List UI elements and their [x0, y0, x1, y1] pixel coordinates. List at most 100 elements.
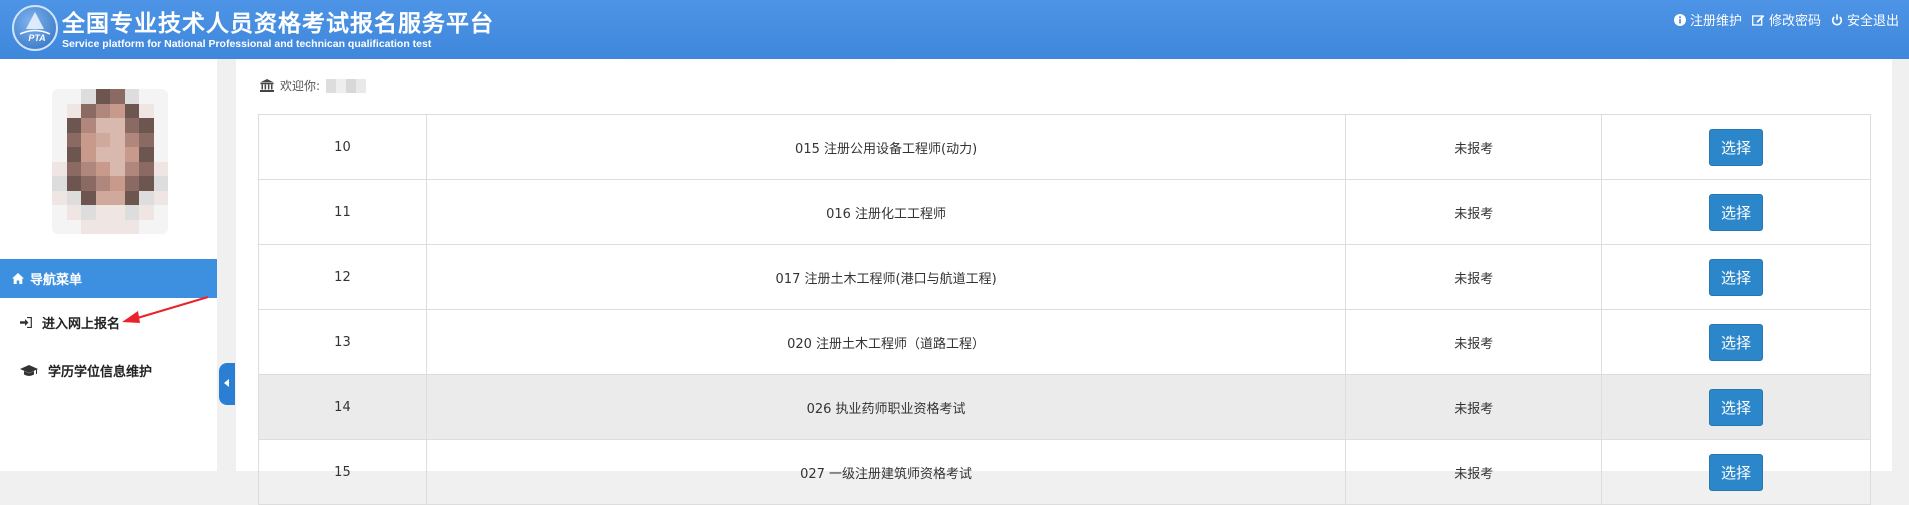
avatar-pixel [95, 205, 110, 220]
exam-table: 10 015 注册公用设备工程师(动力) 未报考 选择 11 016 注册化工工程师 未报考… [258, 114, 1871, 505]
exam-status: 未报考 [1345, 439, 1603, 505]
table-row: 15 027 一级注册建筑师资格考试 未报考 选择 [258, 439, 1871, 505]
annotation-arrow-icon [122, 295, 209, 323]
avatar-pixel [110, 132, 125, 147]
select-button[interactable]: 选择 [1709, 388, 1764, 426]
sidebar-collapse-toggle[interactable] [219, 363, 235, 405]
avatar-pixel [124, 89, 139, 104]
exam-status: 未报考 [1345, 114, 1603, 180]
select-button[interactable]: 选择 [1709, 258, 1764, 296]
avatar-pixel [66, 161, 81, 176]
table-row: 11 016 注册化工工程师 未报考 选择 [258, 179, 1871, 245]
table-row: 14 026 执业药师职业资格考试 未报考 选择 [258, 374, 1871, 440]
avatar-pixel [153, 205, 168, 220]
nav-menu-label: 导航菜单 [30, 273, 83, 288]
avatar-pixel [95, 161, 110, 176]
main-content: 欢迎你: 10 015 注册公用设备工程师(动力) 未报考 选择 11 016 注册化工工… [236, 59, 1892, 505]
avatar-pixel [153, 89, 168, 104]
avatar-pixel [66, 103, 81, 118]
select-button[interactable]: 选择 [1709, 128, 1764, 166]
avatar-pixel [81, 205, 96, 220]
row-number: 11 [258, 179, 427, 245]
avatar-pixel [139, 205, 154, 220]
avatar-pixel [81, 219, 96, 234]
avatar-pixel [81, 176, 96, 191]
site-title: 全国专业技术人员资格考试报名服务平台 [62, 11, 494, 37]
avatar-pixel [52, 176, 67, 191]
avatar-pixel [95, 190, 110, 205]
action-cell: 选择 [1601, 179, 1871, 245]
avatar-pixel [110, 176, 125, 191]
edit-icon [1752, 14, 1765, 26]
sidebar-item-online-registration[interactable]: 进入网上报名 [20, 313, 120, 332]
change-password-label: 修改密码 [1768, 14, 1821, 29]
avatar-pixel [52, 161, 67, 176]
avatar-pixel [110, 118, 125, 133]
avatar-pixel [110, 205, 125, 220]
exam-name: 016 注册化工工程师 [425, 179, 1347, 245]
exam-name: 020 注册土木工程师（道路工程） [425, 309, 1347, 375]
top-links: 注册维护 修改密码 安全退出 [1673, 10, 1899, 29]
action-cell: 选择 [1601, 374, 1871, 440]
avatar-pixel [66, 176, 81, 191]
action-cell: 选择 [1601, 439, 1871, 505]
row-number: 10 [258, 114, 427, 180]
row-number: 14 [258, 374, 427, 440]
avatar-pixel [81, 132, 96, 147]
avatar-pixel [95, 176, 110, 191]
avatar-pixel [95, 147, 110, 162]
select-button[interactable]: 选择 [1709, 323, 1764, 361]
avatar-pixel [153, 103, 168, 118]
avatar-pixel [153, 176, 168, 191]
pta-logo: PTA [12, 5, 58, 51]
avatar-pixel [124, 190, 139, 205]
row-number: 15 [258, 439, 427, 505]
action-cell: 选择 [1601, 244, 1871, 310]
avatar-pixel [110, 219, 125, 234]
select-button[interactable]: 选择 [1709, 453, 1764, 491]
logout-label: 安全退出 [1846, 14, 1899, 29]
graduation-cap-icon [20, 364, 38, 376]
select-button[interactable]: 选择 [1709, 193, 1764, 231]
sidebar-item-label: 进入网上报名 [42, 317, 121, 332]
institution-icon [260, 79, 274, 92]
top-header: PTA 全国专业技术人员资格考试报名服务平台 Service platform … [0, 0, 1909, 59]
exam-name: 017 注册土木工程师(港口与航道工程) [425, 244, 1347, 310]
sidebar: 导航菜单 进入网上报名 学历学位信息维护 [0, 59, 217, 471]
avatar-pixel [81, 161, 96, 176]
avatar-pixel [110, 89, 125, 104]
avatar-pixel [139, 147, 154, 162]
welcome-bar: 欢迎你: [260, 77, 367, 94]
sidebar-item-label: 学历学位信息维护 [48, 365, 153, 380]
exam-name: 026 执业药师职业资格考试 [425, 374, 1347, 440]
avatar-pixel [52, 147, 67, 162]
avatar-pixel [124, 103, 139, 118]
nav-menu-header: 导航菜单 [0, 259, 217, 298]
welcome-label: 欢迎你: [280, 79, 321, 93]
avatar-pixel [81, 190, 96, 205]
avatar-pixel [81, 147, 96, 162]
change-password-link[interactable]: 修改密码 [1752, 10, 1821, 29]
avatar-pixel [52, 118, 67, 133]
avatar-pixel [95, 118, 110, 133]
table-row: 13 020 注册土木工程师（道路工程） 未报考 选择 [258, 309, 1871, 375]
avatar-pixel [153, 190, 168, 205]
sidebar-item-education-info[interactable]: 学历学位信息维护 [20, 361, 152, 380]
avatar-pixel [52, 205, 67, 220]
avatar-pixel [95, 219, 110, 234]
table-row: 10 015 注册公用设备工程师(动力) 未报考 选择 [258, 114, 1871, 180]
avatar-pixel [66, 205, 81, 220]
action-cell: 选择 [1601, 309, 1871, 375]
logout-link[interactable]: 安全退出 [1831, 10, 1899, 29]
avatar-pixel [81, 118, 96, 133]
avatar-pixel [95, 89, 110, 104]
avatar-pixel [153, 118, 168, 133]
avatar-pixel [66, 89, 81, 104]
avatar-pixel [153, 161, 168, 176]
register-maintain-link[interactable]: 注册维护 [1673, 10, 1742, 29]
avatar-pixel [153, 147, 168, 162]
avatar-pixel [139, 176, 154, 191]
avatar-pixel [139, 103, 154, 118]
avatar-pixel [139, 161, 154, 176]
avatar-pixel [139, 190, 154, 205]
